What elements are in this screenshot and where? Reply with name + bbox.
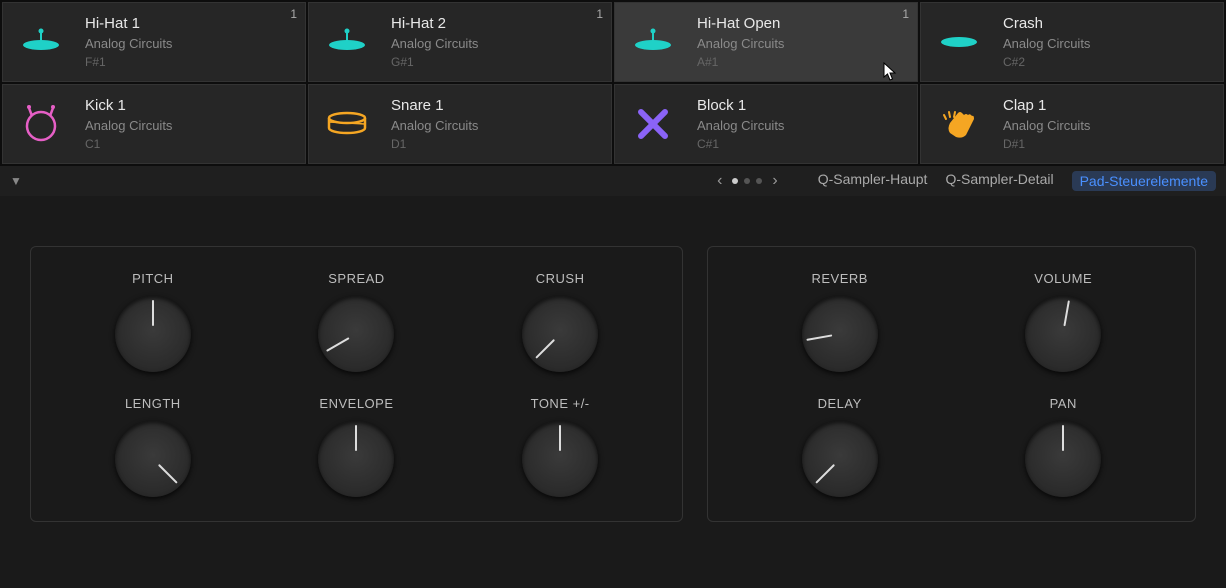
pad-title: Clap 1 (1003, 97, 1209, 114)
page-dots[interactable] (732, 178, 762, 184)
panel-left: PITCH SPREAD CRUSH LENGTH ENVELOPE TONE … (30, 246, 683, 522)
pad-hi-hat-open[interactable]: Hi-Hat Open Analog Circuits A#1 1 (614, 2, 918, 82)
crash-icon (935, 18, 983, 66)
hihat-icon (17, 18, 65, 66)
pad-block-1[interactable]: Block 1 Analog Circuits C#1 (614, 84, 918, 164)
hihat-icon (629, 18, 677, 66)
knob-label: ENVELOPE (319, 396, 393, 411)
snare-icon (323, 100, 371, 148)
pad-sub: Analog Circuits (1003, 36, 1209, 51)
pad-title: Block 1 (697, 97, 903, 114)
pad-note: D#1 (1003, 137, 1209, 151)
tab-row: ▼ ‹ › Q-Sampler-Haupt Q-Sampler-Detail Pad… (0, 166, 1226, 196)
knob-label: REVERB (811, 271, 867, 286)
pad-title: Hi-Hat 1 (85, 15, 291, 32)
controls-area: PITCH SPREAD CRUSH LENGTH ENVELOPE TONE … (0, 196, 1226, 552)
knob-delay[interactable] (802, 421, 878, 497)
clap-icon (935, 100, 983, 148)
pad-note: C1 (85, 137, 291, 151)
pad-hi-hat-2[interactable]: Hi-Hat 2 Analog Circuits G#1 1 (308, 2, 612, 82)
pad-badge: 1 (596, 7, 603, 21)
tab-1[interactable]: Q-Sampler-Detail (945, 171, 1053, 191)
knob-volume[interactable] (1025, 296, 1101, 372)
knob-pitch[interactable] (115, 296, 191, 372)
pager-next[interactable]: › (772, 172, 777, 190)
knob-pan[interactable] (1025, 421, 1101, 497)
knob-spread[interactable] (318, 296, 394, 372)
block-icon (629, 100, 677, 148)
pad-crash[interactable]: Crash Analog Circuits C#2 (920, 2, 1224, 82)
tab-0[interactable]: Q-Sampler-Haupt (818, 171, 928, 191)
pad-sub: Analog Circuits (697, 36, 903, 51)
knob-label: VOLUME (1034, 271, 1092, 286)
pad-note: D1 (391, 137, 597, 151)
knob-label: LENGTH (125, 396, 181, 411)
pad-title: Kick 1 (85, 97, 291, 114)
knob-envelope[interactable] (318, 421, 394, 497)
pad-title: Crash (1003, 15, 1209, 32)
pad-grid: Hi-Hat 1 Analog Circuits F#1 1 Hi-Hat 2 … (0, 0, 1226, 166)
tabs: Q-Sampler-Haupt Q-Sampler-Detail Pad-Steue… (818, 171, 1216, 191)
knob-label: TONE +/- (531, 396, 590, 411)
disclosure-triangle[interactable]: ▼ (10, 174, 22, 188)
pad-sub: Analog Circuits (1003, 118, 1209, 133)
pad-sub: Analog Circuits (391, 36, 597, 51)
pad-note: F#1 (85, 55, 291, 69)
knob-label: CRUSH (536, 271, 585, 286)
knob-crush[interactable] (522, 296, 598, 372)
knob-label: PAN (1050, 396, 1077, 411)
pad-note: A#1 (697, 55, 903, 69)
kick-icon (17, 100, 65, 148)
pad-sub: Analog Circuits (391, 118, 597, 133)
pad-sub: Analog Circuits (85, 36, 291, 51)
pad-title: Hi-Hat 2 (391, 15, 597, 32)
pad-badge: 1 (902, 7, 909, 21)
pad-clap-1[interactable]: Clap 1 Analog Circuits D#1 (920, 84, 1224, 164)
pad-note: C#1 (697, 137, 903, 151)
pad-badge: 1 (290, 7, 297, 21)
knob-reverb[interactable] (802, 296, 878, 372)
pad-sub: Analog Circuits (697, 118, 903, 133)
knob-label: SPREAD (328, 271, 384, 286)
pad-note: G#1 (391, 55, 597, 69)
pager: ‹ › (717, 172, 778, 190)
tab-2[interactable]: Pad-Steuerelemente (1072, 171, 1216, 191)
pad-sub: Analog Circuits (85, 118, 291, 133)
knob-tone-[interactable] (522, 421, 598, 497)
knob-label: DELAY (818, 396, 862, 411)
panel-right: REVERB VOLUME DELAY PAN (707, 246, 1196, 522)
pager-prev[interactable]: ‹ (717, 172, 722, 190)
pad-title: Snare 1 (391, 97, 597, 114)
knob-length[interactable] (115, 421, 191, 497)
pad-snare-1[interactable]: Snare 1 Analog Circuits D1 (308, 84, 612, 164)
pad-kick-1[interactable]: Kick 1 Analog Circuits C1 (2, 84, 306, 164)
knob-label: PITCH (132, 271, 174, 286)
pad-title: Hi-Hat Open (697, 15, 903, 32)
pad-hi-hat-1[interactable]: Hi-Hat 1 Analog Circuits F#1 1 (2, 2, 306, 82)
pad-note: C#2 (1003, 55, 1209, 69)
hihat-icon (323, 18, 371, 66)
